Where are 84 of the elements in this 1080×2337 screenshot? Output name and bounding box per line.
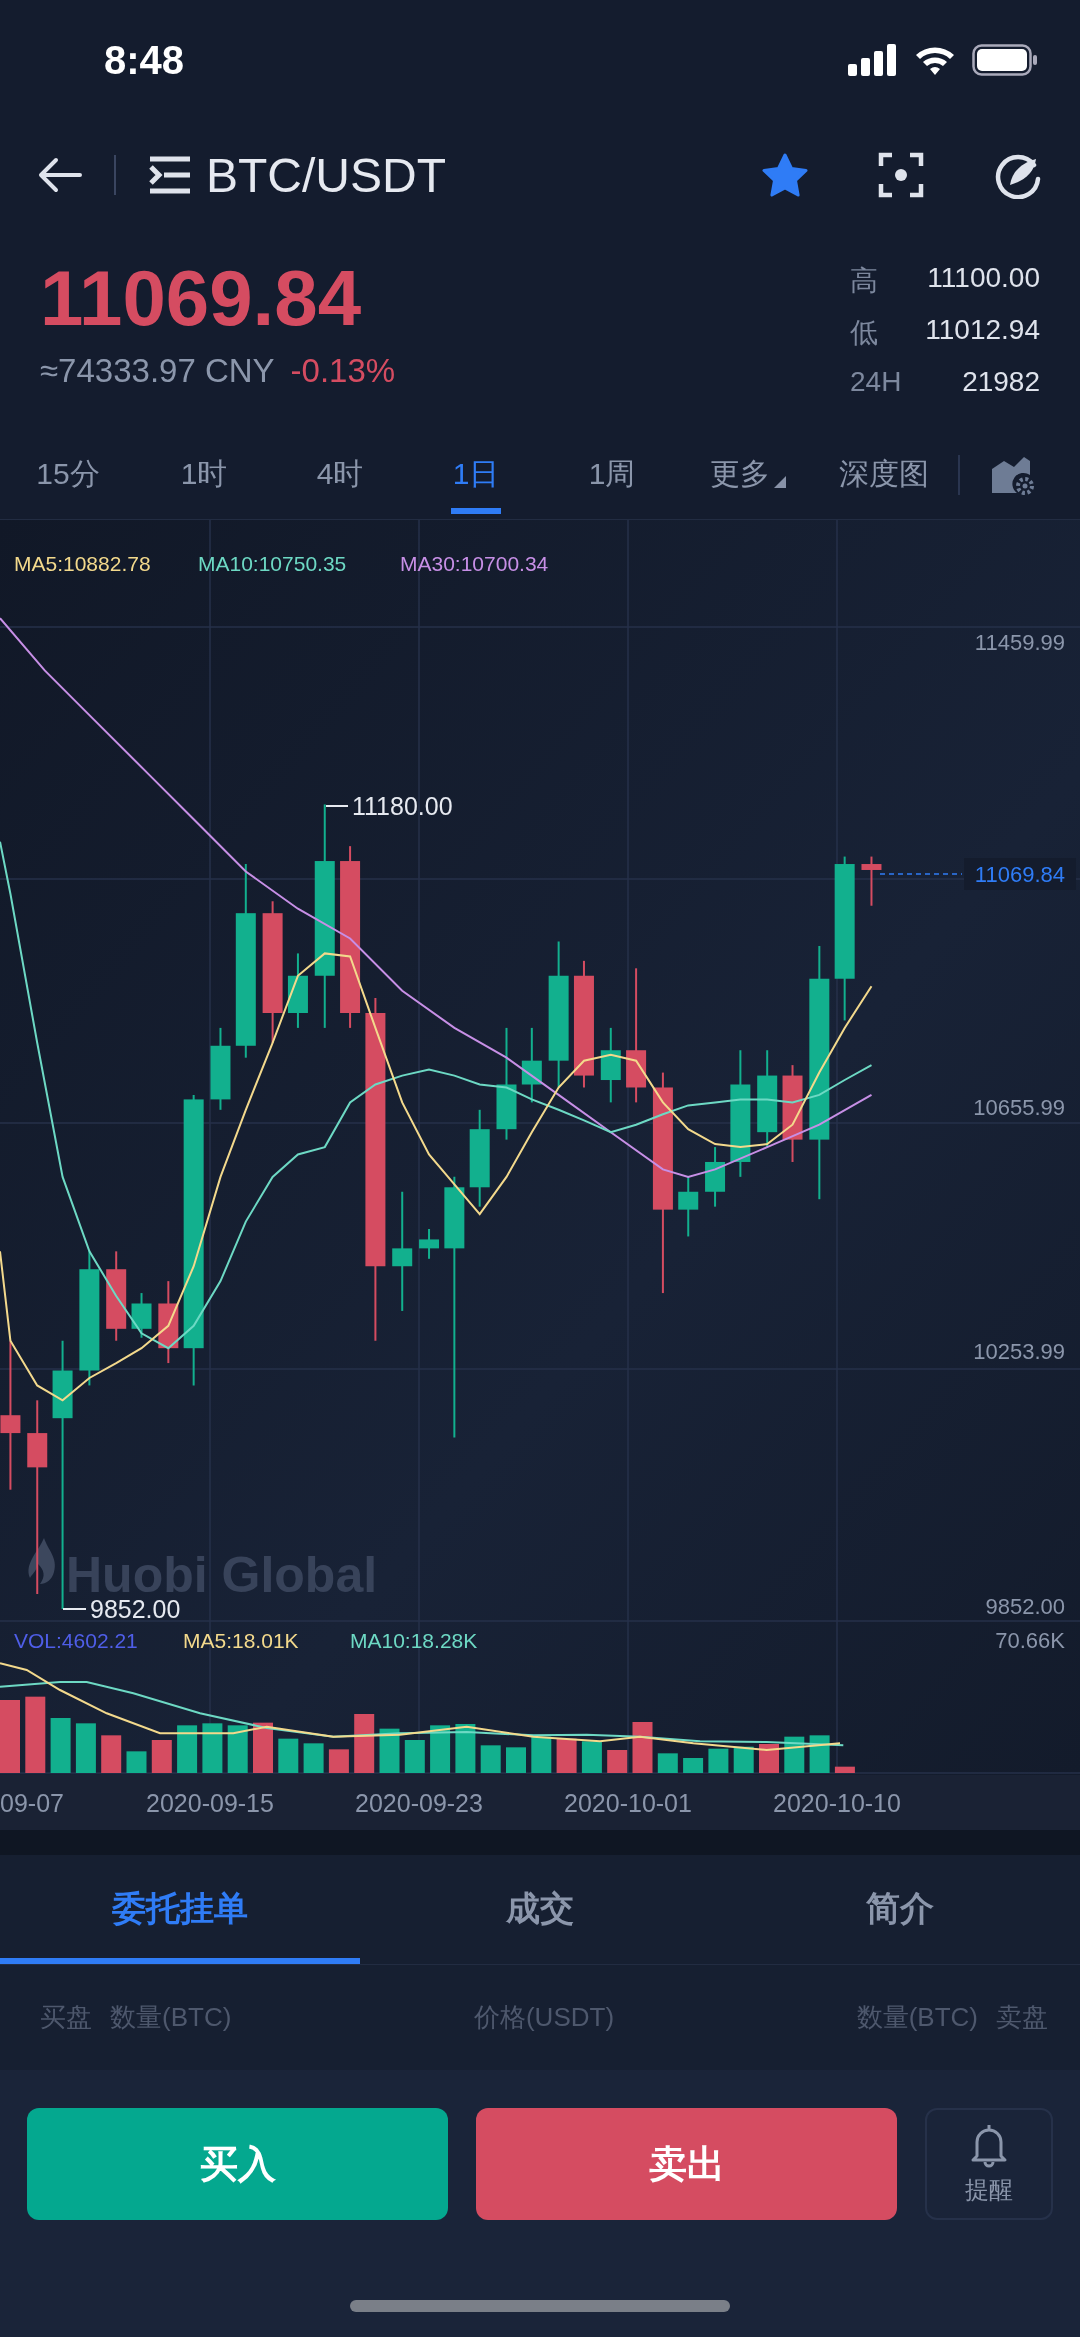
cny-price: ≈74333.97 CNY — [40, 352, 275, 390]
volume-label: MA5:18.01K — [183, 1629, 299, 1652]
high-price-label: 11180.00 — [352, 792, 453, 820]
candle — [705, 1146, 726, 1208]
column-header: 数量(BTC) — [110, 2001, 232, 2034]
ma-label: MA10:10750.35 — [198, 552, 347, 575]
dropdown-icon — [774, 475, 786, 488]
volume-label: VOL:4602.21 — [14, 1629, 138, 1652]
volume-bar — [480, 1745, 501, 1773]
volume-bar — [404, 1740, 425, 1773]
volume-bar — [531, 1736, 552, 1773]
status-time: 8:48 — [104, 37, 185, 83]
ma-label: MA5:10882.78 — [14, 552, 151, 575]
volume-bar — [834, 1766, 855, 1773]
alert-button[interactable]: 提醒 — [925, 2108, 1053, 2220]
volume-bar — [75, 1723, 96, 1773]
list-icon[interactable] — [148, 155, 192, 195]
volume-bar — [607, 1750, 628, 1773]
pair-title[interactable]: BTC/USDT — [206, 147, 446, 203]
timeframe-tab[interactable]: 1时 — [136, 429, 272, 520]
column-header: 数量(BTC) — [856, 2001, 978, 2034]
leader-line — [62, 1608, 87, 1610]
date-label: 2020-09-23 — [355, 1789, 483, 1817]
volume-bar — [101, 1735, 122, 1773]
timeframe-tab[interactable]: 15分 — [0, 429, 136, 520]
star-icon[interactable] — [762, 153, 808, 197]
volume-label: MA10:18.28K — [350, 1629, 478, 1652]
timeframe-tab[interactable]: 深度图 — [816, 429, 952, 520]
price-axis-label: 11459.99 — [974, 630, 1065, 655]
volume-bar — [151, 1740, 172, 1773]
buy-button[interactable]: 买入 — [27, 2108, 449, 2220]
volume-bar — [177, 1725, 198, 1773]
back-arrow-icon[interactable] — [38, 157, 82, 193]
candle — [678, 1175, 699, 1238]
volume-bar — [455, 1724, 476, 1773]
detail-tab[interactable]: 简介 — [720, 1855, 1080, 1964]
column-header: 买盘 — [40, 2001, 92, 2034]
last-price: 11069.84 — [40, 253, 363, 344]
stat-value: 11012.94 — [925, 314, 1040, 347]
volume-max-label: 70.66K — [995, 1628, 1065, 1653]
ma-label: MA30:10700.34 — [400, 552, 549, 575]
volume-bar — [759, 1744, 779, 1773]
stat-label: 24H — [850, 366, 902, 398]
volume-bar — [50, 1718, 71, 1773]
volume-bar — [683, 1758, 704, 1773]
stat-label: 低 — [850, 316, 878, 350]
candle — [419, 1228, 440, 1260]
price-axis-label: 10655.99 — [973, 1095, 1065, 1120]
candle — [131, 1292, 152, 1339]
stat-value: 21982 — [962, 366, 1040, 398]
volume-bar — [430, 1725, 451, 1773]
battery-icon — [972, 44, 1038, 76]
candle — [861, 855, 882, 907]
column-header: 卖盘 — [996, 2001, 1048, 2034]
volume-bar — [126, 1751, 147, 1773]
chart-settings-icon[interactable] — [989, 454, 1034, 495]
column-header: 价格(USDT) — [473, 2001, 615, 2034]
price-axis-label: 9852.00 — [985, 1594, 1065, 1619]
date-label: 2020-09-15 — [146, 1789, 274, 1817]
volume-bar — [328, 1749, 349, 1773]
date-label: 09-07 — [0, 1789, 64, 1817]
sell-button[interactable]: 卖出 — [476, 2108, 898, 2220]
volume-bar — [202, 1723, 223, 1773]
volume-bar — [708, 1748, 729, 1773]
volume-bar — [278, 1738, 299, 1773]
leader-line — [325, 805, 349, 807]
detail-tab[interactable]: 成交 — [360, 1855, 720, 1964]
watermark-logo-icon — [28, 1538, 55, 1584]
price-axis-label: 10253.99 — [973, 1339, 1065, 1364]
price-change: -0.13% — [290, 352, 396, 390]
volume-bar — [657, 1753, 678, 1773]
scan-icon[interactable] — [878, 152, 924, 198]
volume-bar — [303, 1743, 324, 1773]
signal-icon — [848, 44, 898, 76]
timeframe-tab[interactable]: 更多 — [680, 429, 816, 520]
volume-bar — [506, 1747, 526, 1773]
date-label: 2020-10-01 — [564, 1789, 692, 1817]
volume-bar — [354, 1714, 375, 1773]
stat-value: 11100.00 — [927, 262, 1040, 295]
date-label: 2020-10-10 — [773, 1789, 901, 1817]
current-price-label: 11069.84 — [974, 862, 1065, 887]
stat-label: 高 — [850, 264, 878, 298]
timeframe-tab[interactable]: 1周 — [544, 429, 680, 520]
timeframe-tab[interactable]: 4时 — [272, 429, 408, 520]
